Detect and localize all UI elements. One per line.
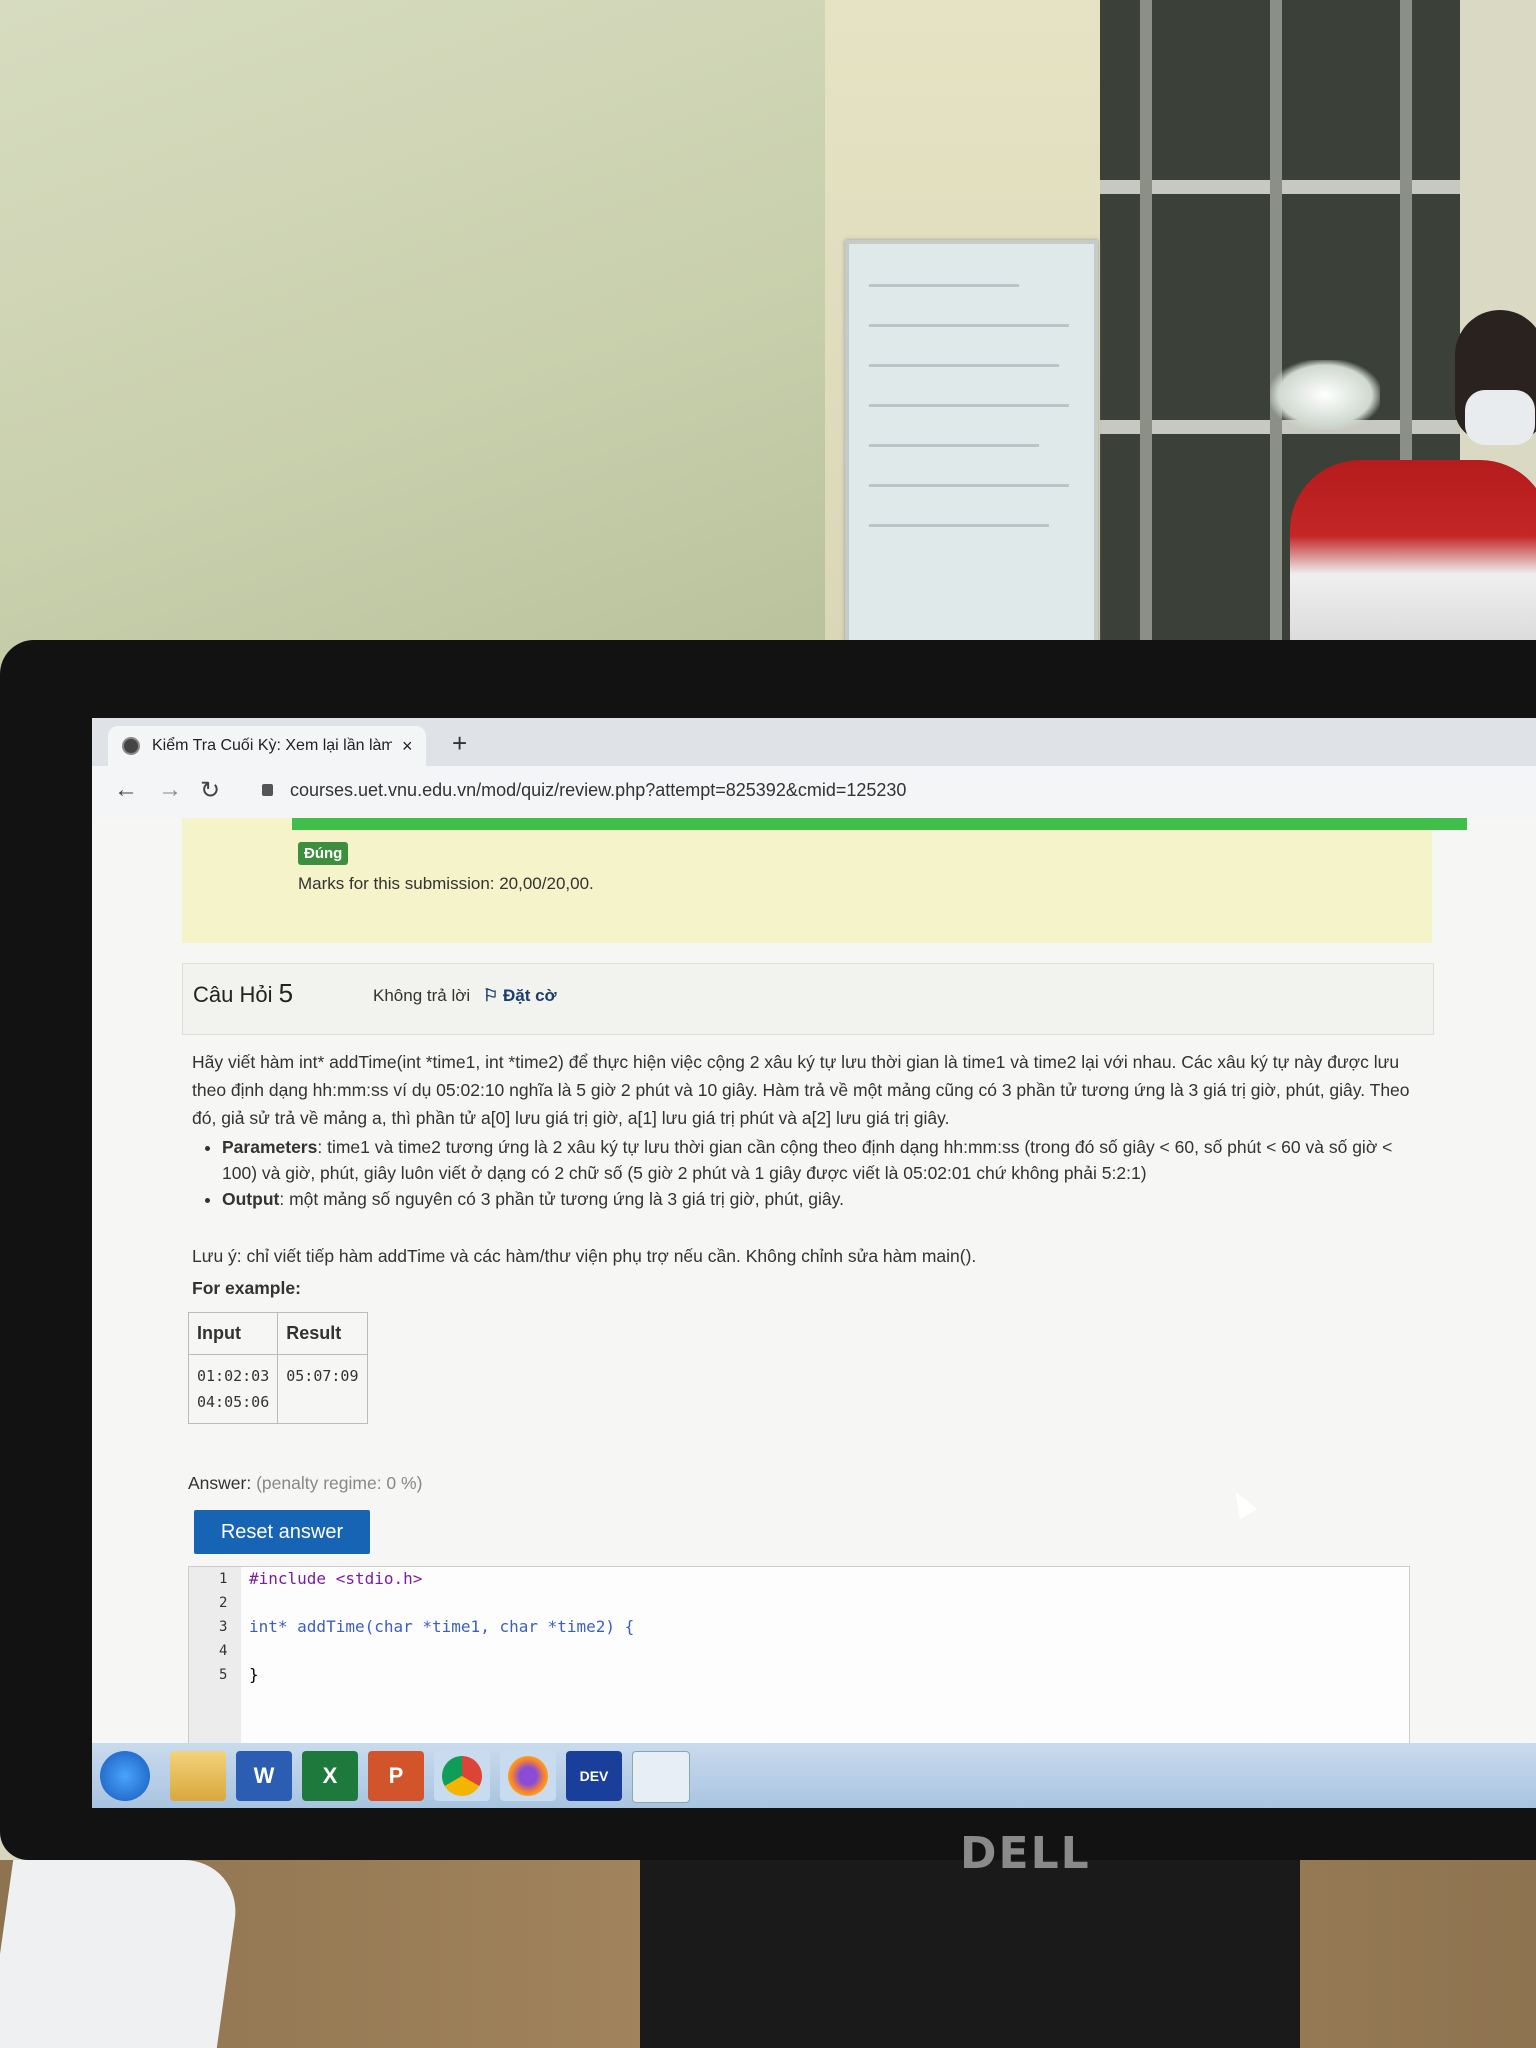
start-orb-icon[interactable] bbox=[100, 1751, 150, 1801]
poster-line bbox=[869, 284, 1019, 287]
poster-line bbox=[869, 404, 1069, 407]
browser-tabbar: Kiểm Tra Cuối Kỳ: Xem lại lần làm × + bbox=[92, 718, 1536, 766]
poster-line bbox=[869, 364, 1059, 367]
person-jacket bbox=[1290, 460, 1536, 650]
line-number: 2 bbox=[219, 1595, 228, 1611]
firefox-icon[interactable] bbox=[500, 1751, 556, 1801]
browser-tab[interactable]: Kiểm Tra Cuối Kỳ: Xem lại lần làm × bbox=[108, 726, 426, 766]
poster-line bbox=[869, 324, 1069, 327]
papers bbox=[0, 1860, 244, 2048]
face-mask bbox=[1465, 390, 1535, 445]
bullet-term: Output bbox=[222, 1189, 280, 1209]
code-editor[interactable]: 1 2 3 4 5 #include <stdio.h> int* addTim… bbox=[188, 1566, 1410, 1745]
word-icon[interactable]: W bbox=[236, 1751, 292, 1801]
answer-label: Answer: (penalty regime: 0 %) bbox=[188, 1473, 422, 1494]
progress-bar bbox=[292, 818, 1467, 830]
lock-icon bbox=[262, 784, 273, 796]
input-line: 01:02:03 bbox=[197, 1367, 270, 1385]
bullet-desc: : một mảng số nguyên có 3 phần tử tương … bbox=[279, 1189, 844, 1209]
powerpoint-icon[interactable]: P bbox=[368, 1751, 424, 1801]
table-row: 01:02:03 04:05:06 05:07:09 bbox=[187, 1354, 368, 1424]
question-bullets: Parameters: time1 và time2 tương ứng là … bbox=[192, 1134, 1432, 1212]
table-header: Result bbox=[277, 1312, 368, 1355]
code-line: int* addTime(char *time1, char *time2) { bbox=[249, 1617, 635, 1636]
app-window-icon[interactable] bbox=[632, 1751, 690, 1803]
for-example-label: For example: bbox=[192, 1278, 301, 1298]
table-cell-result: 05:07:09 bbox=[277, 1354, 368, 1424]
table-header-row: Input Result bbox=[187, 1312, 368, 1355]
table-header: Input bbox=[187, 1312, 279, 1355]
example-table: Input Result 01:02:03 04:05:06 05:07:09 bbox=[187, 1312, 368, 1424]
windows-taskbar: W X P DEV bbox=[92, 1743, 1536, 1808]
quiz-review-page: Đúng Marks for this submission: 20,00/20… bbox=[92, 818, 1536, 1745]
question-header: Câu Hỏi 5 Không trả lời ⚐ Đặt cờ bbox=[182, 963, 1434, 1035]
poster-line bbox=[869, 444, 1039, 447]
question-label: Câu Hỏi bbox=[193, 982, 273, 1007]
dev-cpp-icon[interactable]: DEV bbox=[566, 1751, 622, 1801]
feedback-box: Đúng Marks for this submission: 20,00/20… bbox=[182, 818, 1467, 943]
line-number: 4 bbox=[219, 1643, 228, 1659]
question-text: Hãy viết hàm int* addTime(int *time1, in… bbox=[192, 1048, 1432, 1212]
excel-icon[interactable]: X bbox=[302, 1751, 358, 1801]
file-explorer-icon[interactable] bbox=[170, 1751, 226, 1801]
wall-poster bbox=[845, 240, 1098, 648]
input-line: 04:05:06 bbox=[197, 1393, 270, 1411]
address-bar: ← → ↻ courses.uet.vnu.edu.vn/mod/quiz/re… bbox=[92, 766, 1536, 819]
penalty-text: (penalty regime: 0 %) bbox=[256, 1473, 423, 1493]
line-gutter bbox=[189, 1567, 241, 1744]
favicon-icon bbox=[122, 737, 140, 755]
question-paragraph: Hãy viết hàm int* addTime(int *time1, in… bbox=[192, 1052, 1410, 1128]
answer-title: Answer: bbox=[188, 1473, 252, 1493]
line-number: 5 bbox=[219, 1667, 228, 1683]
back-arrow-icon[interactable]: ← bbox=[114, 776, 138, 804]
door-bar bbox=[1140, 0, 1152, 660]
monitor-logo: DELL bbox=[960, 1828, 1091, 1879]
monitor-screen: Kiểm Tra Cuối Kỳ: Xem lại lần làm × + ← … bbox=[92, 718, 1536, 1808]
bullet-desc: : time1 và time2 tương ứng là 2 xâu ký t… bbox=[222, 1137, 1393, 1183]
code-line: } bbox=[249, 1665, 259, 1684]
code-line: #include <stdio.h> bbox=[249, 1569, 423, 1588]
bullet-term: Parameters bbox=[222, 1137, 318, 1157]
table-cell-input: 01:02:03 04:05:06 bbox=[187, 1354, 279, 1424]
reload-icon[interactable]: ↻ bbox=[200, 776, 220, 805]
url-field[interactable]: courses.uet.vnu.edu.vn/mod/quiz/review.p… bbox=[290, 780, 906, 801]
flag-label: Đặt cờ bbox=[502, 986, 557, 1005]
forward-arrow-icon[interactable]: → bbox=[158, 776, 182, 804]
reset-answer-button[interactable]: Reset answer bbox=[194, 1510, 370, 1554]
question-index: 5 bbox=[278, 978, 294, 1008]
mouse-cursor-icon bbox=[1226, 1486, 1258, 1520]
wall bbox=[0, 0, 825, 700]
chrome-icon[interactable] bbox=[434, 1751, 490, 1801]
question-note: Lưu ý: chỉ viết tiếp hàm addTime và các … bbox=[192, 1246, 977, 1266]
flag-question-link[interactable]: ⚐ Đặt cờ bbox=[483, 986, 557, 1006]
line-number: 3 bbox=[219, 1619, 228, 1635]
poster-line bbox=[869, 524, 1049, 527]
correct-badge: Đúng bbox=[298, 842, 349, 865]
new-tab-button[interactable]: + bbox=[452, 728, 467, 759]
tab-title: Kiểm Tra Cuối Kỳ: Xem lại lần làm bbox=[152, 737, 392, 754]
person bbox=[1280, 310, 1536, 650]
question-number: Câu Hỏi 5 bbox=[193, 978, 293, 1009]
list-item: Output: một mảng số nguyên có 3 phần tử … bbox=[222, 1186, 1432, 1212]
list-item: Parameters: time1 và time2 tương ứng là … bbox=[222, 1134, 1432, 1186]
monitor-stand bbox=[640, 1860, 1300, 2048]
line-number: 1 bbox=[219, 1571, 228, 1587]
question-state: Không trả lời bbox=[373, 986, 471, 1005]
flag-icon: ⚐ bbox=[483, 986, 499, 1005]
close-tab-icon[interactable]: × bbox=[402, 736, 413, 757]
poster-line bbox=[869, 484, 1069, 487]
marks-text: Marks for this submission: 20,00/20,00. bbox=[298, 874, 594, 893]
